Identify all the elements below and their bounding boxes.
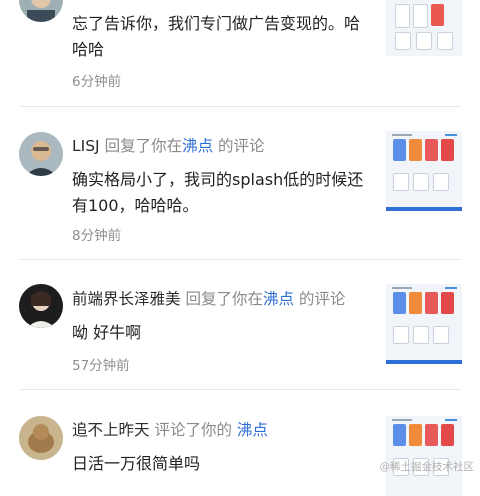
avatar[interactable]	[19, 132, 63, 176]
post-link[interactable]: 沸点	[263, 290, 294, 308]
avatar-photo-icon	[19, 0, 63, 22]
notification-content: 日活一万很简单吗	[72, 454, 201, 473]
post-thumbnail[interactable]	[386, 284, 462, 364]
username-link[interactable]: 前端界长泽雅美	[72, 290, 181, 308]
action-text: 回复了你在	[104, 137, 183, 155]
timestamp: 8分钟前	[72, 228, 122, 244]
notification-item-0[interactable]: 忘了告诉你，我们专门做广告变现的。哈哈哈 6分钟前	[0, 0, 480, 106]
action-suffix: 的评论	[298, 290, 346, 308]
notification-header: LISJ 回复了你在沸点 的评论	[72, 135, 265, 157]
username-link[interactable]: 追不上昨天	[72, 421, 150, 439]
action-text: 评论了你的	[154, 421, 232, 439]
post-thumbnail[interactable]	[386, 0, 462, 56]
username-link[interactable]: LISJ	[72, 137, 100, 155]
timestamp: 6分钟前	[72, 74, 122, 90]
avatar[interactable]	[19, 416, 63, 460]
avatar-photo-icon	[19, 132, 63, 176]
notification-header: 追不上昨天 评论了你的 沸点	[72, 419, 268, 441]
timestamp: 57分钟前	[72, 358, 130, 374]
avatar[interactable]	[19, 0, 63, 22]
notification-content: 确实格局小了，我司的splash低的时候还有100，哈哈哈。	[72, 170, 364, 215]
post-link[interactable]: 沸点	[182, 137, 213, 155]
notification-content: 忘了告诉你，我们专门做广告变现的。哈哈哈	[72, 14, 361, 59]
notification-header: 前端界长泽雅美 回复了你在沸点 的评论	[72, 288, 345, 310]
action-text: 回复了你在	[185, 290, 263, 308]
post-thumbnail[interactable]	[386, 416, 462, 496]
notification-content: 呦 好牛啊	[72, 323, 142, 342]
post-link[interactable]: 沸点	[237, 421, 268, 439]
avatar-photo-icon	[19, 284, 63, 328]
action-suffix: 的评论	[218, 137, 265, 155]
avatar[interactable]	[19, 284, 63, 328]
avatar-photo-icon	[19, 416, 63, 460]
post-thumbnail[interactable]	[386, 131, 462, 211]
watermark: @稀土掘金技术社区	[379, 461, 475, 473]
notification-item-1[interactable]: LISJ 回复了你在沸点 的评论 确实格局小了，我司的splash低的时候还有1…	[0, 107, 480, 259]
notification-item-2[interactable]: 前端界长泽雅美 回复了你在沸点 的评论 呦 好牛啊 57分钟前	[0, 260, 480, 389]
